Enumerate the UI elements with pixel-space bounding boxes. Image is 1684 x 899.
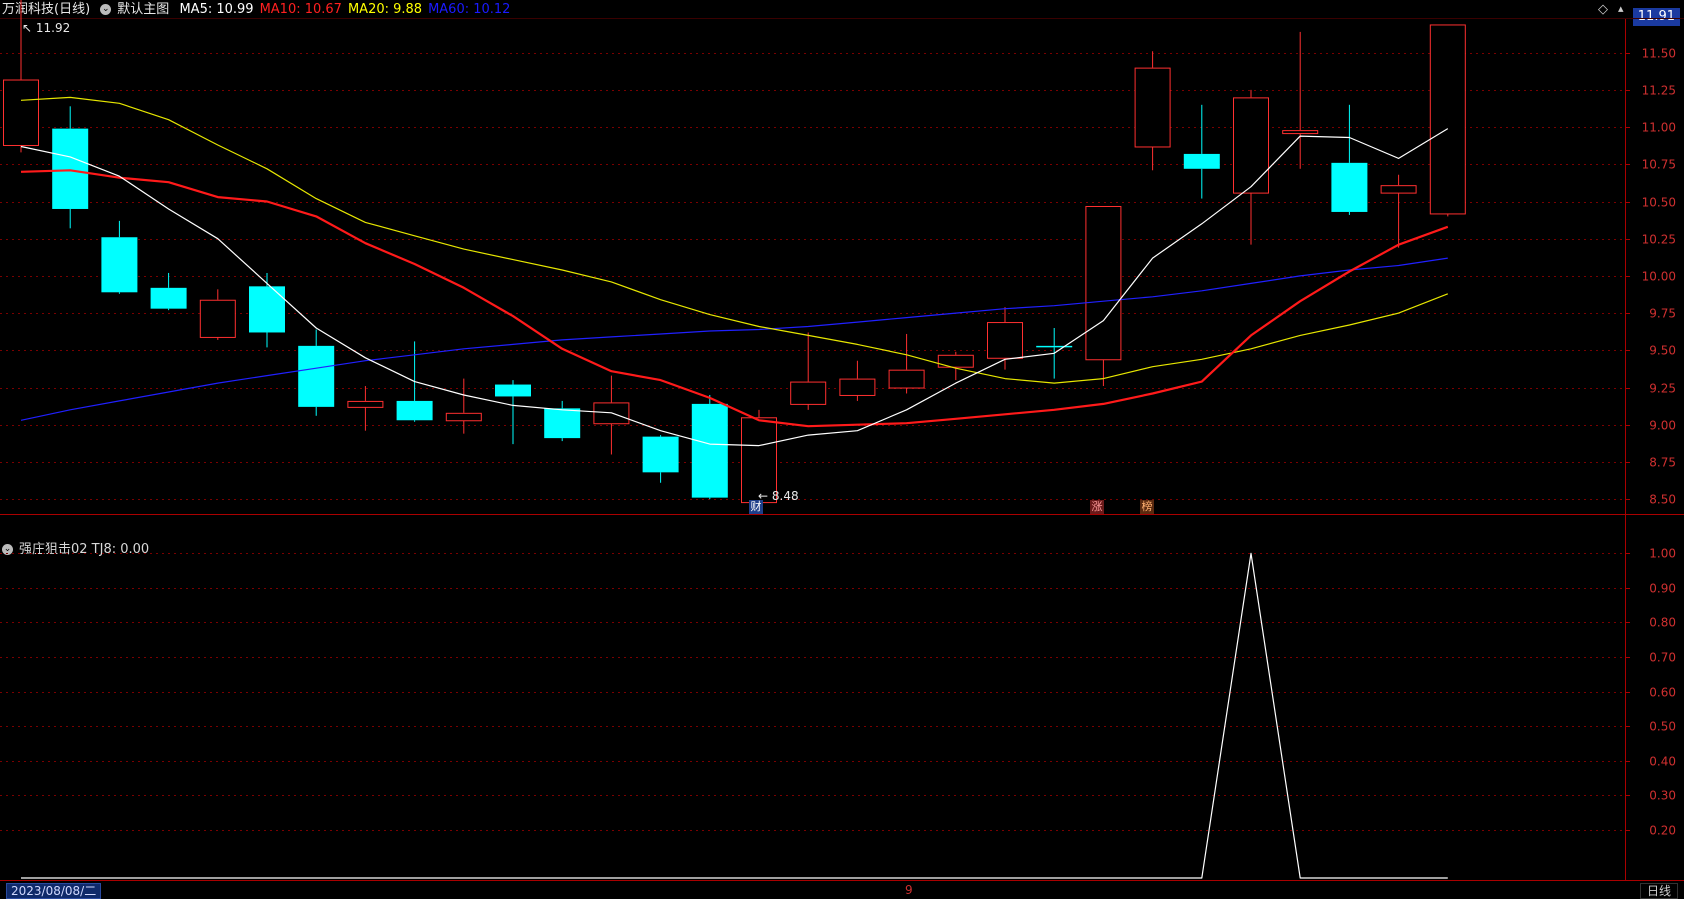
ma10-line (20, 169, 1449, 428)
sub-tick-label: 0.60 (1649, 686, 1676, 700)
sub-tick-label: 0.20 (1649, 824, 1676, 838)
candle-body (1282, 130, 1319, 135)
price-tick-label: 9.25 (1649, 382, 1676, 396)
low-value: 8.48 (771, 489, 799, 503)
candle-body (1331, 162, 1368, 212)
candle-body (888, 369, 925, 389)
period-button[interactable]: 日线 (1639, 883, 1678, 899)
candle-body (495, 384, 531, 397)
candle-body (544, 408, 581, 439)
candle-body (1183, 153, 1220, 169)
date-cursor: 2023/08/08/二 (6, 883, 102, 899)
candle-body (52, 128, 89, 209)
tj8-line (21, 552, 1448, 879)
candle-body (3, 79, 39, 146)
month-marker: 9 (905, 883, 913, 897)
candle-body (150, 287, 187, 309)
candle-body (1036, 345, 1073, 348)
candle-body (298, 345, 335, 407)
sub-tick-label: 0.80 (1649, 616, 1676, 630)
price-tick-label: 9.75 (1649, 307, 1676, 321)
candle-body (445, 412, 482, 422)
low-annotation: ← 8.48 (758, 489, 799, 503)
chart-canvas[interactable]: 11.50 11.25 11.00 10.75 10.50 10.25 10.00 9.75 9… (0, 0, 1684, 899)
sub-tick-label: 1.00 (1649, 547, 1676, 561)
high-annotation: ↖ 11.92 (22, 21, 71, 35)
candle-body (396, 400, 433, 421)
candle-body (1085, 205, 1122, 361)
price-tick-label: 10.00 (1642, 270, 1676, 284)
candle-body (1429, 24, 1466, 215)
candle-body (839, 378, 876, 396)
candle-body (249, 286, 285, 333)
price-tick-label: 11.25 (1642, 84, 1676, 98)
price-tick-label: 9.50 (1649, 344, 1676, 358)
finance-tag[interactable]: 财 (749, 500, 763, 514)
candle-body (642, 436, 679, 473)
sub-tick-label: 0.90 (1649, 582, 1676, 596)
price-tick-label: 10.50 (1642, 196, 1676, 210)
candle-body (199, 299, 236, 338)
price-tick-label: 10.75 (1642, 158, 1676, 172)
ma60-line (20, 257, 1448, 421)
high-value: 11.92 (35, 21, 71, 35)
candle-body (1233, 97, 1269, 194)
price-tick-label: 10.25 (1642, 233, 1676, 247)
candle-body (101, 237, 138, 293)
sub-tick-label: 0.30 (1649, 789, 1676, 803)
price-tick-label: 11.00 (1642, 121, 1676, 135)
chart-window: 万润科技(日线) ⌄ 默认主图 MA5: 10.99 MA10: 10.67 MA20… (0, 0, 1684, 899)
price-tick-label: 11.50 (1642, 47, 1676, 61)
candle-body (1134, 67, 1171, 148)
limit-up-tag[interactable]: 涨 (1090, 500, 1104, 514)
price-tick-label: 8.50 (1649, 493, 1676, 507)
candle-body (987, 322, 1023, 359)
candle-body (347, 400, 384, 408)
sub-tick-label: 0.70 (1649, 651, 1676, 665)
sub-tick-label: 0.40 (1649, 755, 1676, 769)
list-tag[interactable]: 榜 (1140, 500, 1154, 514)
price-tick-label: 9.00 (1649, 419, 1676, 433)
sub-tick-label: 0.50 (1649, 720, 1676, 734)
candle-body (1380, 185, 1417, 194)
candle-body (790, 381, 827, 405)
price-tick-label: 8.75 (1649, 456, 1676, 470)
candle-body (691, 403, 728, 498)
